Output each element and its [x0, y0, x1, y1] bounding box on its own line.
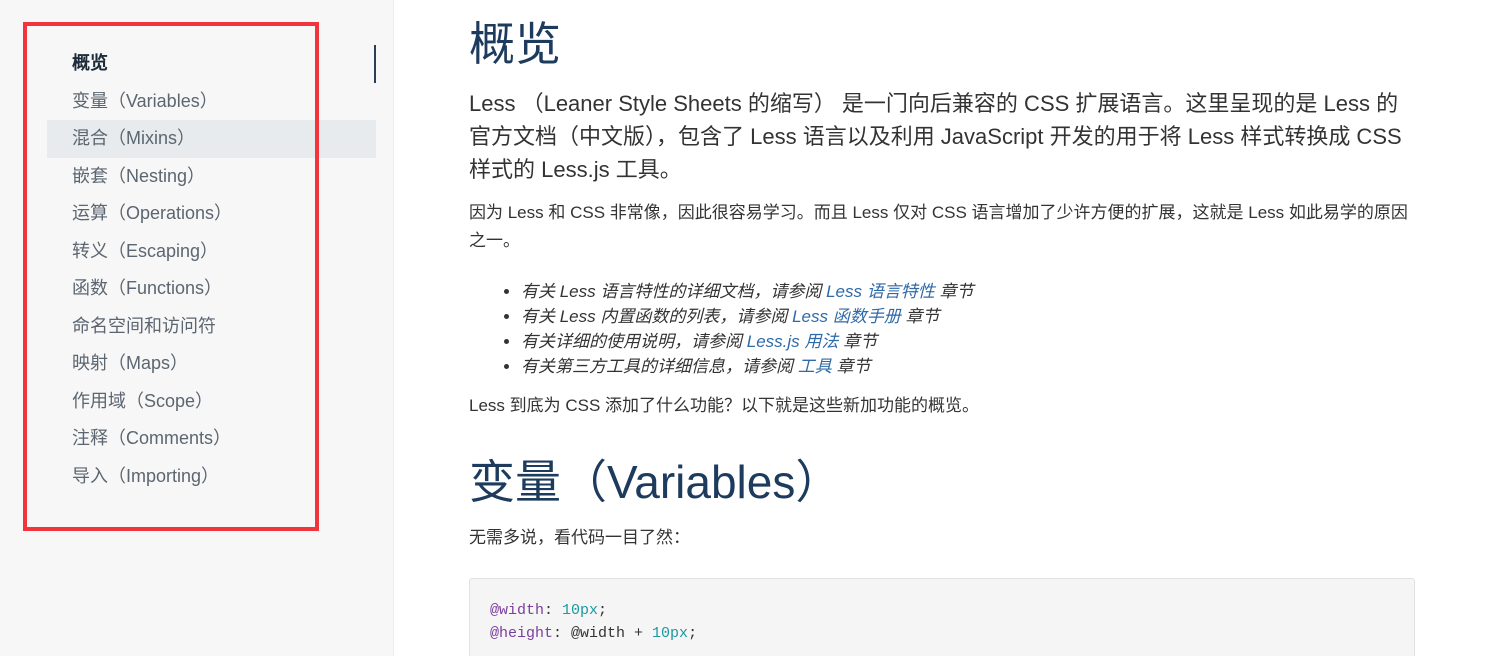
sidebar-item-importing[interactable]: 导入（Importing） — [47, 458, 376, 496]
sidebar-nav: 概览 变量（Variables） 混合（Mixins） 嵌套（Nesting） … — [47, 45, 376, 495]
sidebar-item-maps[interactable]: 映射（Maps） — [47, 345, 376, 383]
features-paragraph: Less 到底为 CSS 添加了什么功能？以下就是这些新加功能的概览。 — [469, 396, 980, 415]
sidebar-item-operations[interactable]: 运算（Operations） — [47, 195, 376, 233]
sidebar-item-mixins[interactable]: 混合（Mixins） — [47, 120, 376, 158]
lead-paragraph: Less （Leaner Style Sheets 的缩写） 是一门向后兼容的 … — [469, 91, 1402, 182]
code-block: @width: 10px; @height: @width + 10px; — [469, 578, 1415, 656]
list-item: 有关 Less 内置函数的列表，请参阅 Less 函数手册 章节 — [521, 304, 973, 329]
sidebar-item-functions[interactable]: 函数（Functions） — [47, 270, 376, 308]
page-title: 概览 — [469, 18, 561, 70]
list-item-text: 有关 Less 内置函数的列表，请参阅 — [521, 307, 793, 326]
link-language-features[interactable]: Less 语言特性 — [826, 282, 935, 301]
code-text: ; — [688, 625, 698, 642]
list-item: 有关 Less 语言特性的详细文档，请参阅 Less 语言特性 章节 — [521, 279, 973, 304]
doc-links-list: 有关 Less 语言特性的详细文档，请参阅 Less 语言特性 章节 有关 Le… — [501, 279, 973, 379]
code-text: : — [544, 602, 563, 619]
active-indicator — [374, 45, 376, 83]
sidebar-item-overview[interactable]: 概览 — [47, 45, 376, 83]
list-item-text: 有关详细的使用说明，请参阅 — [521, 332, 747, 351]
link-function-reference[interactable]: Less 函数手册 — [792, 307, 901, 326]
link-tools[interactable]: 工具 — [798, 357, 832, 376]
list-item-suffix: 章节 — [900, 307, 940, 326]
list-item-suffix: 章节 — [831, 357, 871, 376]
sidebar-item-escaping[interactable]: 转义（Escaping） — [47, 233, 376, 271]
sidebar-item-namespaces[interactable]: 命名空间和访问符 — [47, 308, 376, 346]
section-intro: 无需多说，看代码一目了然： — [469, 528, 690, 547]
sidebar-item-comments[interactable]: 注释（Comments） — [47, 420, 376, 458]
code-variable: @height — [490, 625, 554, 642]
sidebar-item-variables[interactable]: 变量（Variables） — [47, 83, 376, 121]
list-item: 有关第三方工具的详细信息，请参阅 工具 章节 — [521, 354, 973, 379]
list-item: 有关详细的使用说明，请参阅 Less.js 用法 章节 — [521, 329, 973, 354]
sidebar: 概览 变量（Variables） 混合（Mixins） 嵌套（Nesting） … — [0, 0, 394, 656]
page: 概览 变量（Variables） 混合（Mixins） 嵌套（Nesting） … — [0, 0, 1500, 656]
list-item-text: 有关第三方工具的详细信息，请参阅 — [521, 357, 798, 376]
code-line: @height: @width + 10px; — [490, 622, 1394, 645]
code-variable: @width — [490, 602, 545, 619]
code-number: 10px — [562, 602, 599, 619]
list-item-text: 有关 Less 语言特性的详细文档，请参阅 — [521, 282, 827, 301]
code-text: : @width + — [553, 625, 653, 642]
code-number: 10px — [652, 625, 689, 642]
code-line: @width: 10px; — [490, 599, 1394, 622]
sidebar-item-scope[interactable]: 作用域（Scope） — [47, 383, 376, 421]
list-item-suffix: 章节 — [838, 332, 878, 351]
list-item-suffix: 章节 — [934, 282, 974, 301]
link-usage[interactable]: Less.js 用法 — [747, 332, 839, 351]
sidebar-item-nesting[interactable]: 嵌套（Nesting） — [47, 158, 376, 196]
code-text: ; — [598, 602, 608, 619]
section-title-variables: 变量（Variables） — [469, 456, 842, 508]
intro-paragraph: 因为 Less 和 CSS 非常像，因此很容易学习。而且 Less 仅对 CSS… — [469, 203, 1408, 250]
